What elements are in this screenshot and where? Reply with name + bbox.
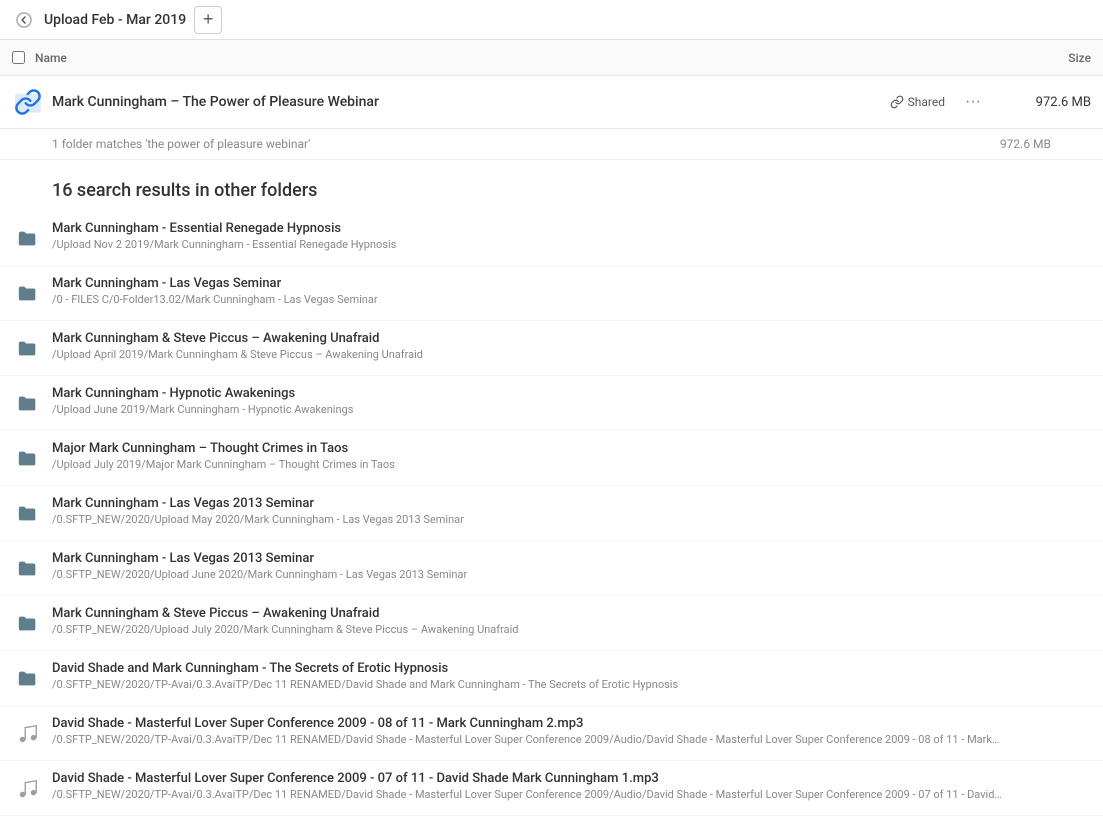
result-text: Mark Cunningham - Las Vegas Seminar /0 -… [52, 276, 1091, 306]
select-all-checkbox[interactable] [12, 51, 25, 64]
result-name: Mark Cunningham - Essential Renegade Hyp… [52, 221, 1091, 236]
folder-icon [12, 223, 44, 255]
folder-icon [12, 388, 44, 420]
main-folder-name: Mark Cunningham – The Power of Pleasure … [52, 94, 890, 110]
audio-icon [12, 773, 44, 805]
shared-label: Shared [908, 95, 945, 109]
main-folder-row[interactable]: Mark Cunningham – The Power of Pleasure … [0, 76, 1103, 129]
list-item[interactable]: Mark Cunningham - Hypnotic Awakenings /U… [0, 376, 1103, 431]
other-results-header: 16 search results in other folders [0, 160, 1103, 211]
shared-badge: Shared [890, 95, 945, 109]
result-name: Mark Cunningham - Hypnotic Awakenings [52, 386, 1091, 401]
result-path: /Upload July 2019/Major Mark Cunningham … [52, 458, 1002, 471]
audio-icon [12, 718, 44, 750]
result-name: Mark Cunningham - Las Vegas Seminar [52, 276, 1091, 291]
result-path: /0.SFTP_NEW/2020/TP-Avai/0.3.AvaiTP/Dec … [52, 678, 1002, 691]
result-text: Mark Cunningham - Hypnotic Awakenings /U… [52, 386, 1091, 416]
result-path: /0.SFTP_NEW/2020/TP-Avai/0.3.AvaiTP/Dec … [52, 788, 1002, 801]
list-item[interactable]: Mark Cunningham & Steve Piccus – Awakeni… [0, 596, 1103, 651]
breadcrumb-title: Upload Feb - Mar 2019 [44, 12, 186, 28]
match-summary-size: 972.6 MB [1000, 137, 1051, 151]
result-name: David Shade and Mark Cunningham - The Se… [52, 661, 1091, 676]
other-results-title: 16 search results in other folders [52, 180, 317, 201]
list-item[interactable]: David Shade - Masterful Lover Super Conf… [0, 706, 1103, 761]
result-name: David Shade - Masterful Lover Super Conf… [52, 771, 1091, 786]
result-name: Mark Cunningham - Las Vegas 2013 Seminar [52, 496, 1091, 511]
result-name: David Shade - Masterful Lover Super Conf… [52, 716, 1091, 731]
column-header: Name Size [0, 40, 1103, 76]
folder-icon [12, 278, 44, 310]
result-text: Mark Cunningham & Steve Piccus – Awakeni… [52, 606, 1091, 636]
folder-icon [12, 333, 44, 365]
result-path: /0.SFTP_NEW/2020/Upload May 2020/Mark Cu… [52, 513, 1002, 526]
name-column-header: Name [35, 51, 991, 65]
main-folder-size: 972.6 MB [1001, 95, 1091, 110]
add-button[interactable]: + [194, 6, 222, 34]
result-path: /Upload June 2019/Mark Cunningham - Hypn… [52, 403, 1002, 416]
result-text: David Shade and Mark Cunningham - The Se… [52, 661, 1091, 691]
result-text: Mark Cunningham - Essential Renegade Hyp… [52, 221, 1091, 251]
list-item[interactable]: Mark Cunningham - Las Vegas 2013 Seminar… [0, 541, 1103, 596]
list-item[interactable]: Major Mark Cunningham – Thought Crimes i… [0, 431, 1103, 486]
folder-icon [12, 553, 44, 585]
list-item[interactable]: Mark Cunningham - Las Vegas 2013 Seminar… [0, 486, 1103, 541]
result-text: David Shade - Masterful Lover Super Conf… [52, 716, 1091, 746]
result-path: /0.SFTP_NEW/2020/TP-Avai/0.3.AvaiTP/Dec … [52, 733, 1002, 746]
folder-icon [12, 663, 44, 695]
list-item[interactable]: Mark Cunningham & Steve Piccus – Awakeni… [0, 321, 1103, 376]
list-item[interactable]: Mark Cunningham - Essential Renegade Hyp… [0, 211, 1103, 266]
result-path: /0.SFTP_NEW/2020/Upload July 2020/Mark C… [52, 623, 1002, 636]
top-bar: Upload Feb - Mar 2019 + [0, 0, 1103, 40]
results-list: Mark Cunningham - Essential Renegade Hyp… [0, 211, 1103, 816]
folder-icon [12, 443, 44, 475]
result-name: Mark Cunningham - Las Vegas 2013 Seminar [52, 551, 1091, 566]
folder-icon [12, 498, 44, 530]
result-name: Mark Cunningham & Steve Piccus – Awakeni… [52, 331, 1091, 346]
result-text: Mark Cunningham - Las Vegas 2013 Seminar… [52, 496, 1091, 526]
match-summary: 1 folder matches 'the power of pleasure … [0, 129, 1103, 160]
result-text: Mark Cunningham & Steve Piccus – Awakeni… [52, 331, 1091, 361]
list-item[interactable]: David Shade and Mark Cunningham - The Se… [0, 651, 1103, 706]
list-item[interactable]: Mark Cunningham - Las Vegas Seminar /0 -… [0, 266, 1103, 321]
list-item[interactable]: David Shade - Masterful Lover Super Conf… [0, 761, 1103, 816]
result-name: Mark Cunningham & Steve Piccus – Awakeni… [52, 606, 1091, 621]
more-options-button[interactable]: ··· [961, 90, 985, 114]
size-column-header: Size [991, 51, 1091, 65]
folder-icon [12, 608, 44, 640]
back-button[interactable] [12, 8, 36, 32]
result-text: Mark Cunningham - Las Vegas 2013 Seminar… [52, 551, 1091, 581]
result-path: /Upload April 2019/Mark Cunningham & Ste… [52, 348, 1002, 361]
result-name: Major Mark Cunningham – Thought Crimes i… [52, 441, 1091, 456]
result-path: /Upload Nov 2 2019/Mark Cunningham - Ess… [52, 238, 1002, 251]
result-text: David Shade - Masterful Lover Super Conf… [52, 771, 1091, 801]
match-summary-text: 1 folder matches 'the power of pleasure … [52, 137, 310, 151]
folder-icon [12, 86, 44, 118]
result-path: /0.SFTP_NEW/2020/Upload June 2020/Mark C… [52, 568, 1002, 581]
result-text: Major Mark Cunningham – Thought Crimes i… [52, 441, 1091, 471]
result-path: /0 - FILES C/0-Folder13.02/Mark Cunningh… [52, 293, 1002, 306]
